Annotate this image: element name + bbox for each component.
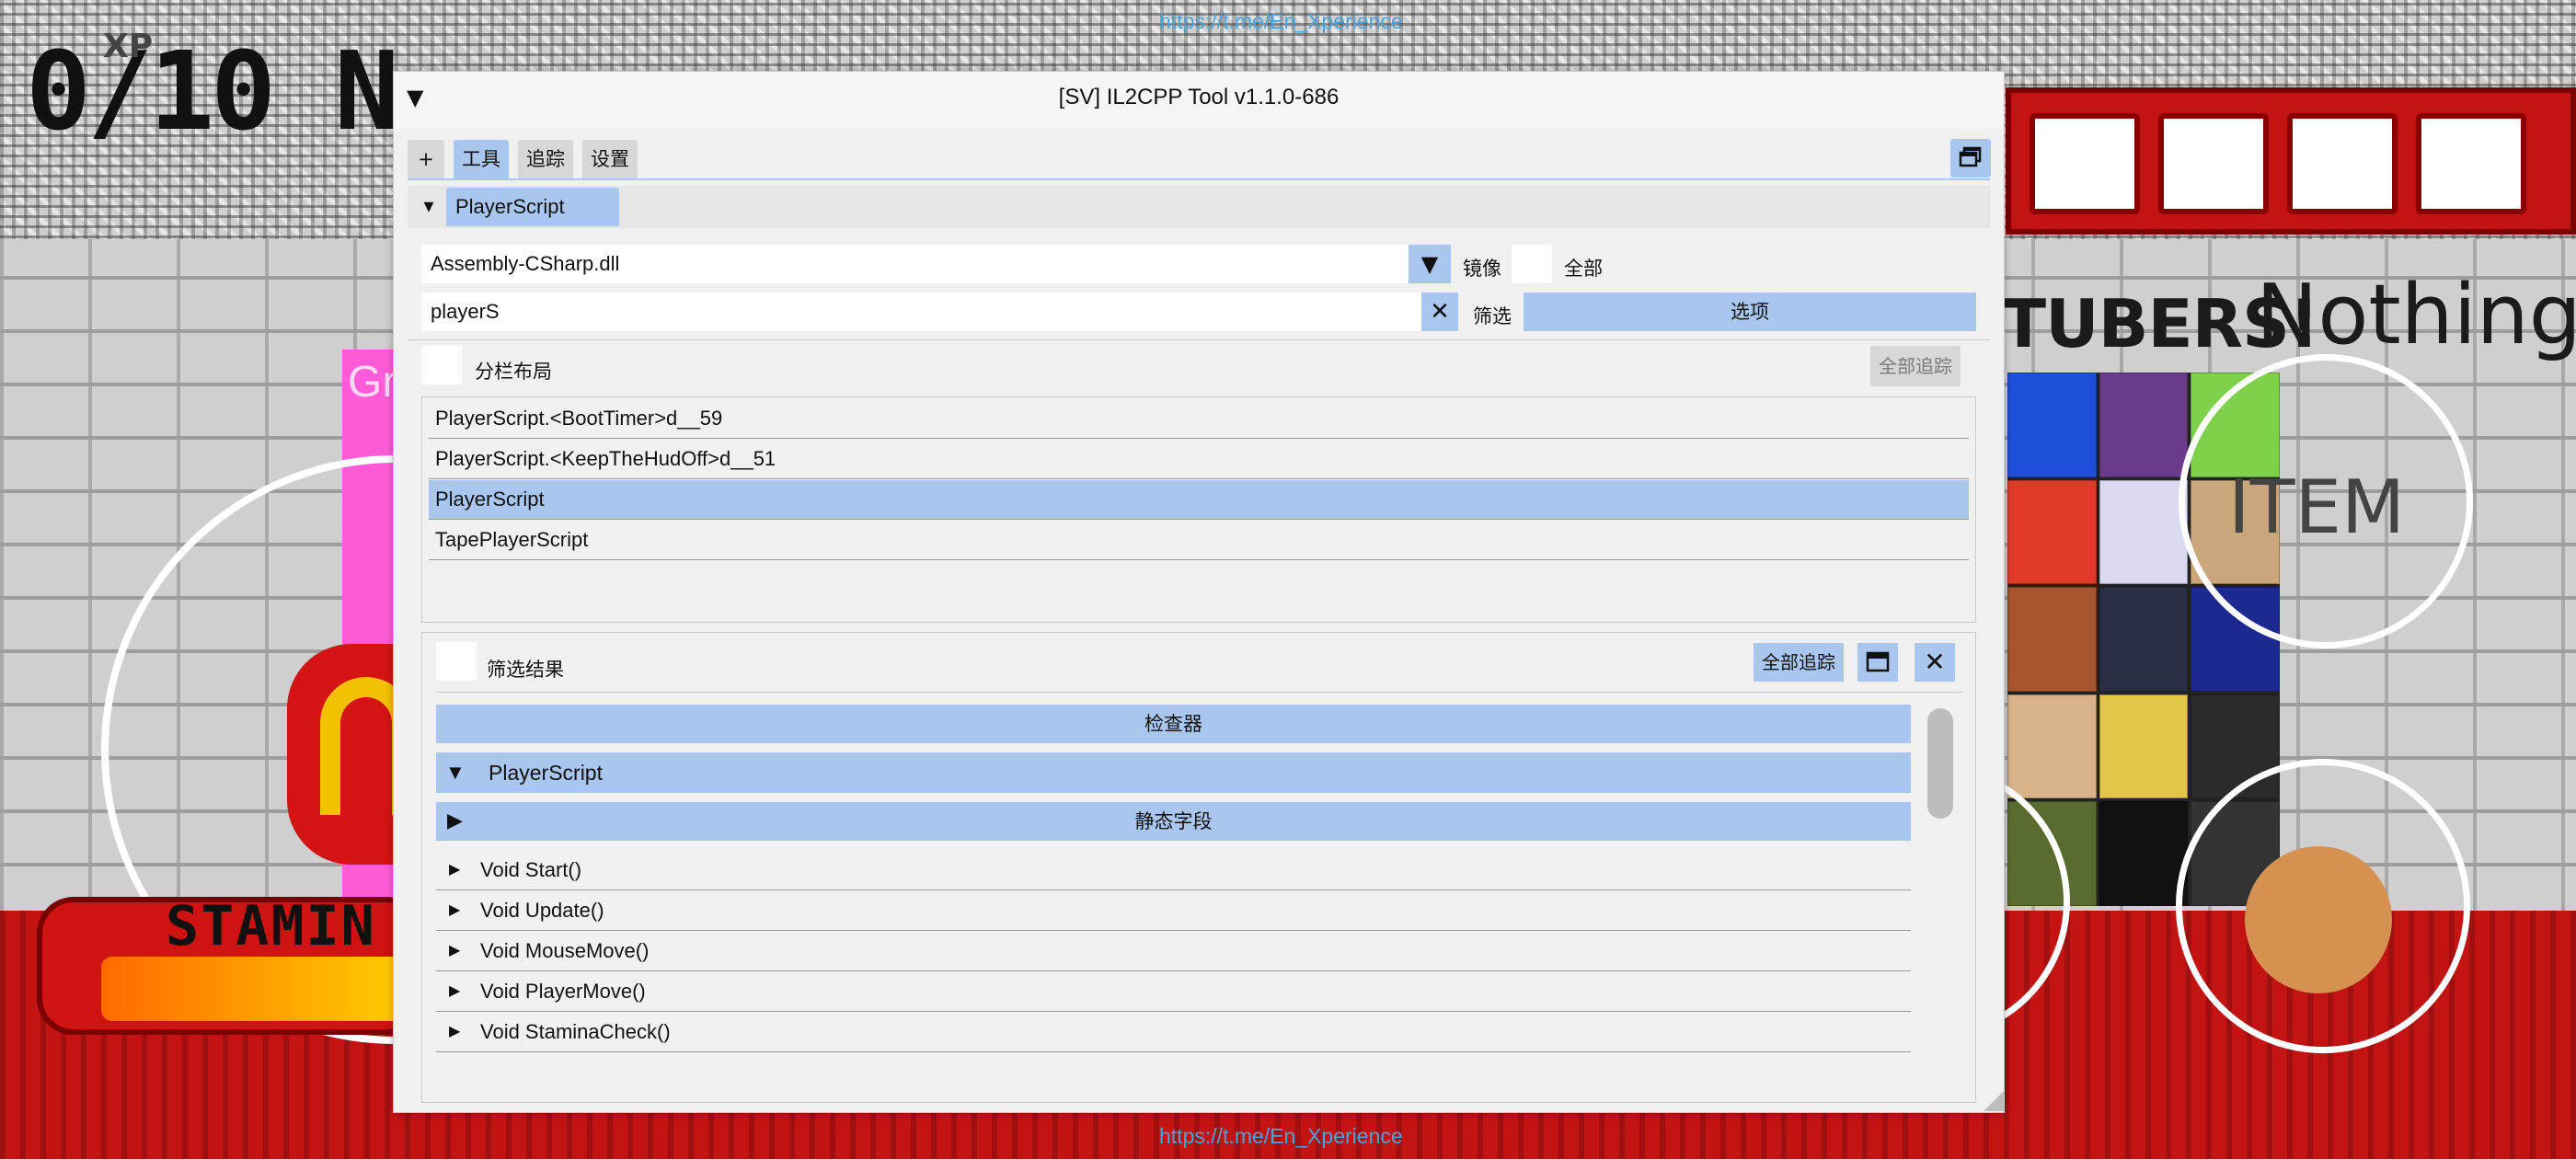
item-slots-bar	[2006, 87, 2576, 235]
watermark-link-bottom: https://t.me/En_Xperience	[1159, 1124, 1403, 1148]
windows-icon	[1959, 146, 1982, 167]
filter-results-label: 筛选结果	[487, 659, 564, 681]
clear-filter-icon[interactable]: ✕	[1421, 293, 1458, 331]
notebook-counter: 0/10 N	[26, 28, 399, 155]
method-row[interactable]: ▶ Void Start()	[436, 850, 1911, 890]
window-titlebar[interactable]: ▼ [SV] IL2CPP Tool v1.1.0-686	[394, 72, 2004, 129]
method-expand-icon: ▶	[449, 1024, 461, 1039]
method-label: Void MouseMove()	[480, 939, 650, 962]
il2cpp-tool-window: ▼ [SV] IL2CPP Tool v1.1.0-686 + 工具 追踪 设置…	[393, 71, 2005, 1113]
static-fields-label: 静态字段	[1134, 810, 1213, 832]
xp-label: XP	[103, 28, 154, 65]
resize-grip-icon[interactable]	[1984, 1091, 2004, 1111]
item-button-label: ITEM	[2228, 465, 2406, 550]
stamina-label: STAMIN	[166, 894, 376, 958]
method-expand-icon: ▶	[449, 902, 461, 918]
tab-add[interactable]: +	[408, 140, 444, 178]
item-slot[interactable]	[2158, 113, 2269, 214]
interact-button[interactable]	[2176, 759, 2470, 1053]
tab-tools[interactable]: 工具	[454, 140, 509, 178]
method-row[interactable]: ▶ Void MouseMove()	[436, 931, 1911, 971]
class-filter-value: playerS	[431, 300, 500, 323]
method-row[interactable]: ▶ Void Update()	[436, 890, 1911, 931]
divider	[436, 692, 1963, 693]
split-layout-checkbox[interactable]	[421, 346, 462, 384]
class-tab-strip: ▾ PlayerScript	[408, 186, 1990, 228]
tab-settings[interactable]: 设置	[582, 140, 638, 178]
watermark-link-top: https://t.me/En_Xperience	[1159, 9, 1403, 33]
scrollbar-thumb[interactable]	[1927, 708, 1953, 819]
inspector-button[interactable]: 检查器	[436, 705, 1911, 743]
class-list-item[interactable]: TapePlayerScript	[429, 521, 1969, 560]
method-label: Void Update()	[480, 899, 604, 922]
all-checkbox[interactable]	[1512, 245, 1552, 283]
expand-arrow-icon: ▼	[445, 761, 466, 784]
mirror-label: 镜像	[1463, 258, 1501, 280]
all-label: 全部	[1564, 258, 1603, 280]
assembly-select[interactable]: Assembly-CSharp.dll	[421, 245, 1436, 283]
chevron-down-icon[interactable]: ▼	[1409, 245, 1451, 283]
method-label: Void StaminaCheck()	[480, 1020, 671, 1043]
tab-bar: + 工具 追踪 设置	[408, 140, 1990, 180]
tab-trace[interactable]: 追踪	[518, 140, 573, 178]
trace-all-button[interactable]: 全部追踪	[1754, 643, 1844, 682]
stamina-fill	[101, 957, 414, 1021]
method-label: Void Start()	[480, 858, 582, 881]
item-slot[interactable]	[2287, 113, 2398, 214]
item-slot[interactable]	[2416, 113, 2526, 214]
method-expand-icon: ▶	[449, 983, 461, 999]
inspector-panel: 筛选结果 全部追踪 ✕ 检查器 ▼ PlayerScript ▶ 静态字段 ▶ …	[421, 632, 1976, 1103]
class-filter-input[interactable]: playerS	[421, 293, 1449, 331]
filter-label: 筛选	[1473, 305, 1512, 327]
class-list: PlayerScript.<BootTimer>d__59 PlayerScri…	[421, 396, 1976, 623]
detach-window-button[interactable]	[1857, 643, 1898, 682]
method-label: Void PlayerMove()	[480, 980, 646, 1003]
method-row[interactable]: ▶ Void PlayerMove()	[436, 971, 1911, 1012]
class-list-item[interactable]: PlayerScript.<KeepTheHudOff>d__51	[429, 440, 1969, 479]
filter-results-checkbox[interactable]	[436, 642, 477, 681]
assembly-select-value: Assembly-CSharp.dll	[431, 252, 620, 275]
collapse-all-icon[interactable]: ▾	[415, 193, 443, 221]
split-layout-label: 分栏布局	[475, 361, 552, 383]
class-list-item[interactable]: PlayerScript.<BootTimer>d__59	[429, 399, 1969, 439]
class-node-title: PlayerScript	[489, 761, 603, 785]
item-slot[interactable]	[2030, 113, 2140, 214]
window-mode-button[interactable]	[1950, 139, 1991, 178]
window-icon	[1866, 651, 1890, 672]
options-button[interactable]: 选项	[1524, 293, 1976, 331]
close-icon[interactable]: ✕	[1915, 643, 1955, 682]
item-name-label: Nothing	[2256, 267, 2576, 363]
trace-all-button-disabled: 全部追踪	[1870, 346, 1961, 386]
method-expand-icon: ▶	[449, 943, 461, 958]
class-list-item-selected[interactable]: PlayerScript	[429, 480, 1969, 520]
method-row[interactable]: ▶ Void StaminaCheck()	[436, 1012, 1911, 1052]
divider	[408, 339, 1990, 340]
static-fields-header[interactable]: ▶ 静态字段	[436, 802, 1911, 841]
window-title: [SV] IL2CPP Tool v1.1.0-686	[1058, 85, 1340, 109]
poster-text-gr: Gr	[348, 358, 397, 407]
class-node-header[interactable]: ▼ PlayerScript	[436, 752, 1911, 793]
method-expand-icon: ▶	[449, 862, 461, 878]
class-tab-playerscript[interactable]: PlayerScript	[446, 188, 619, 226]
